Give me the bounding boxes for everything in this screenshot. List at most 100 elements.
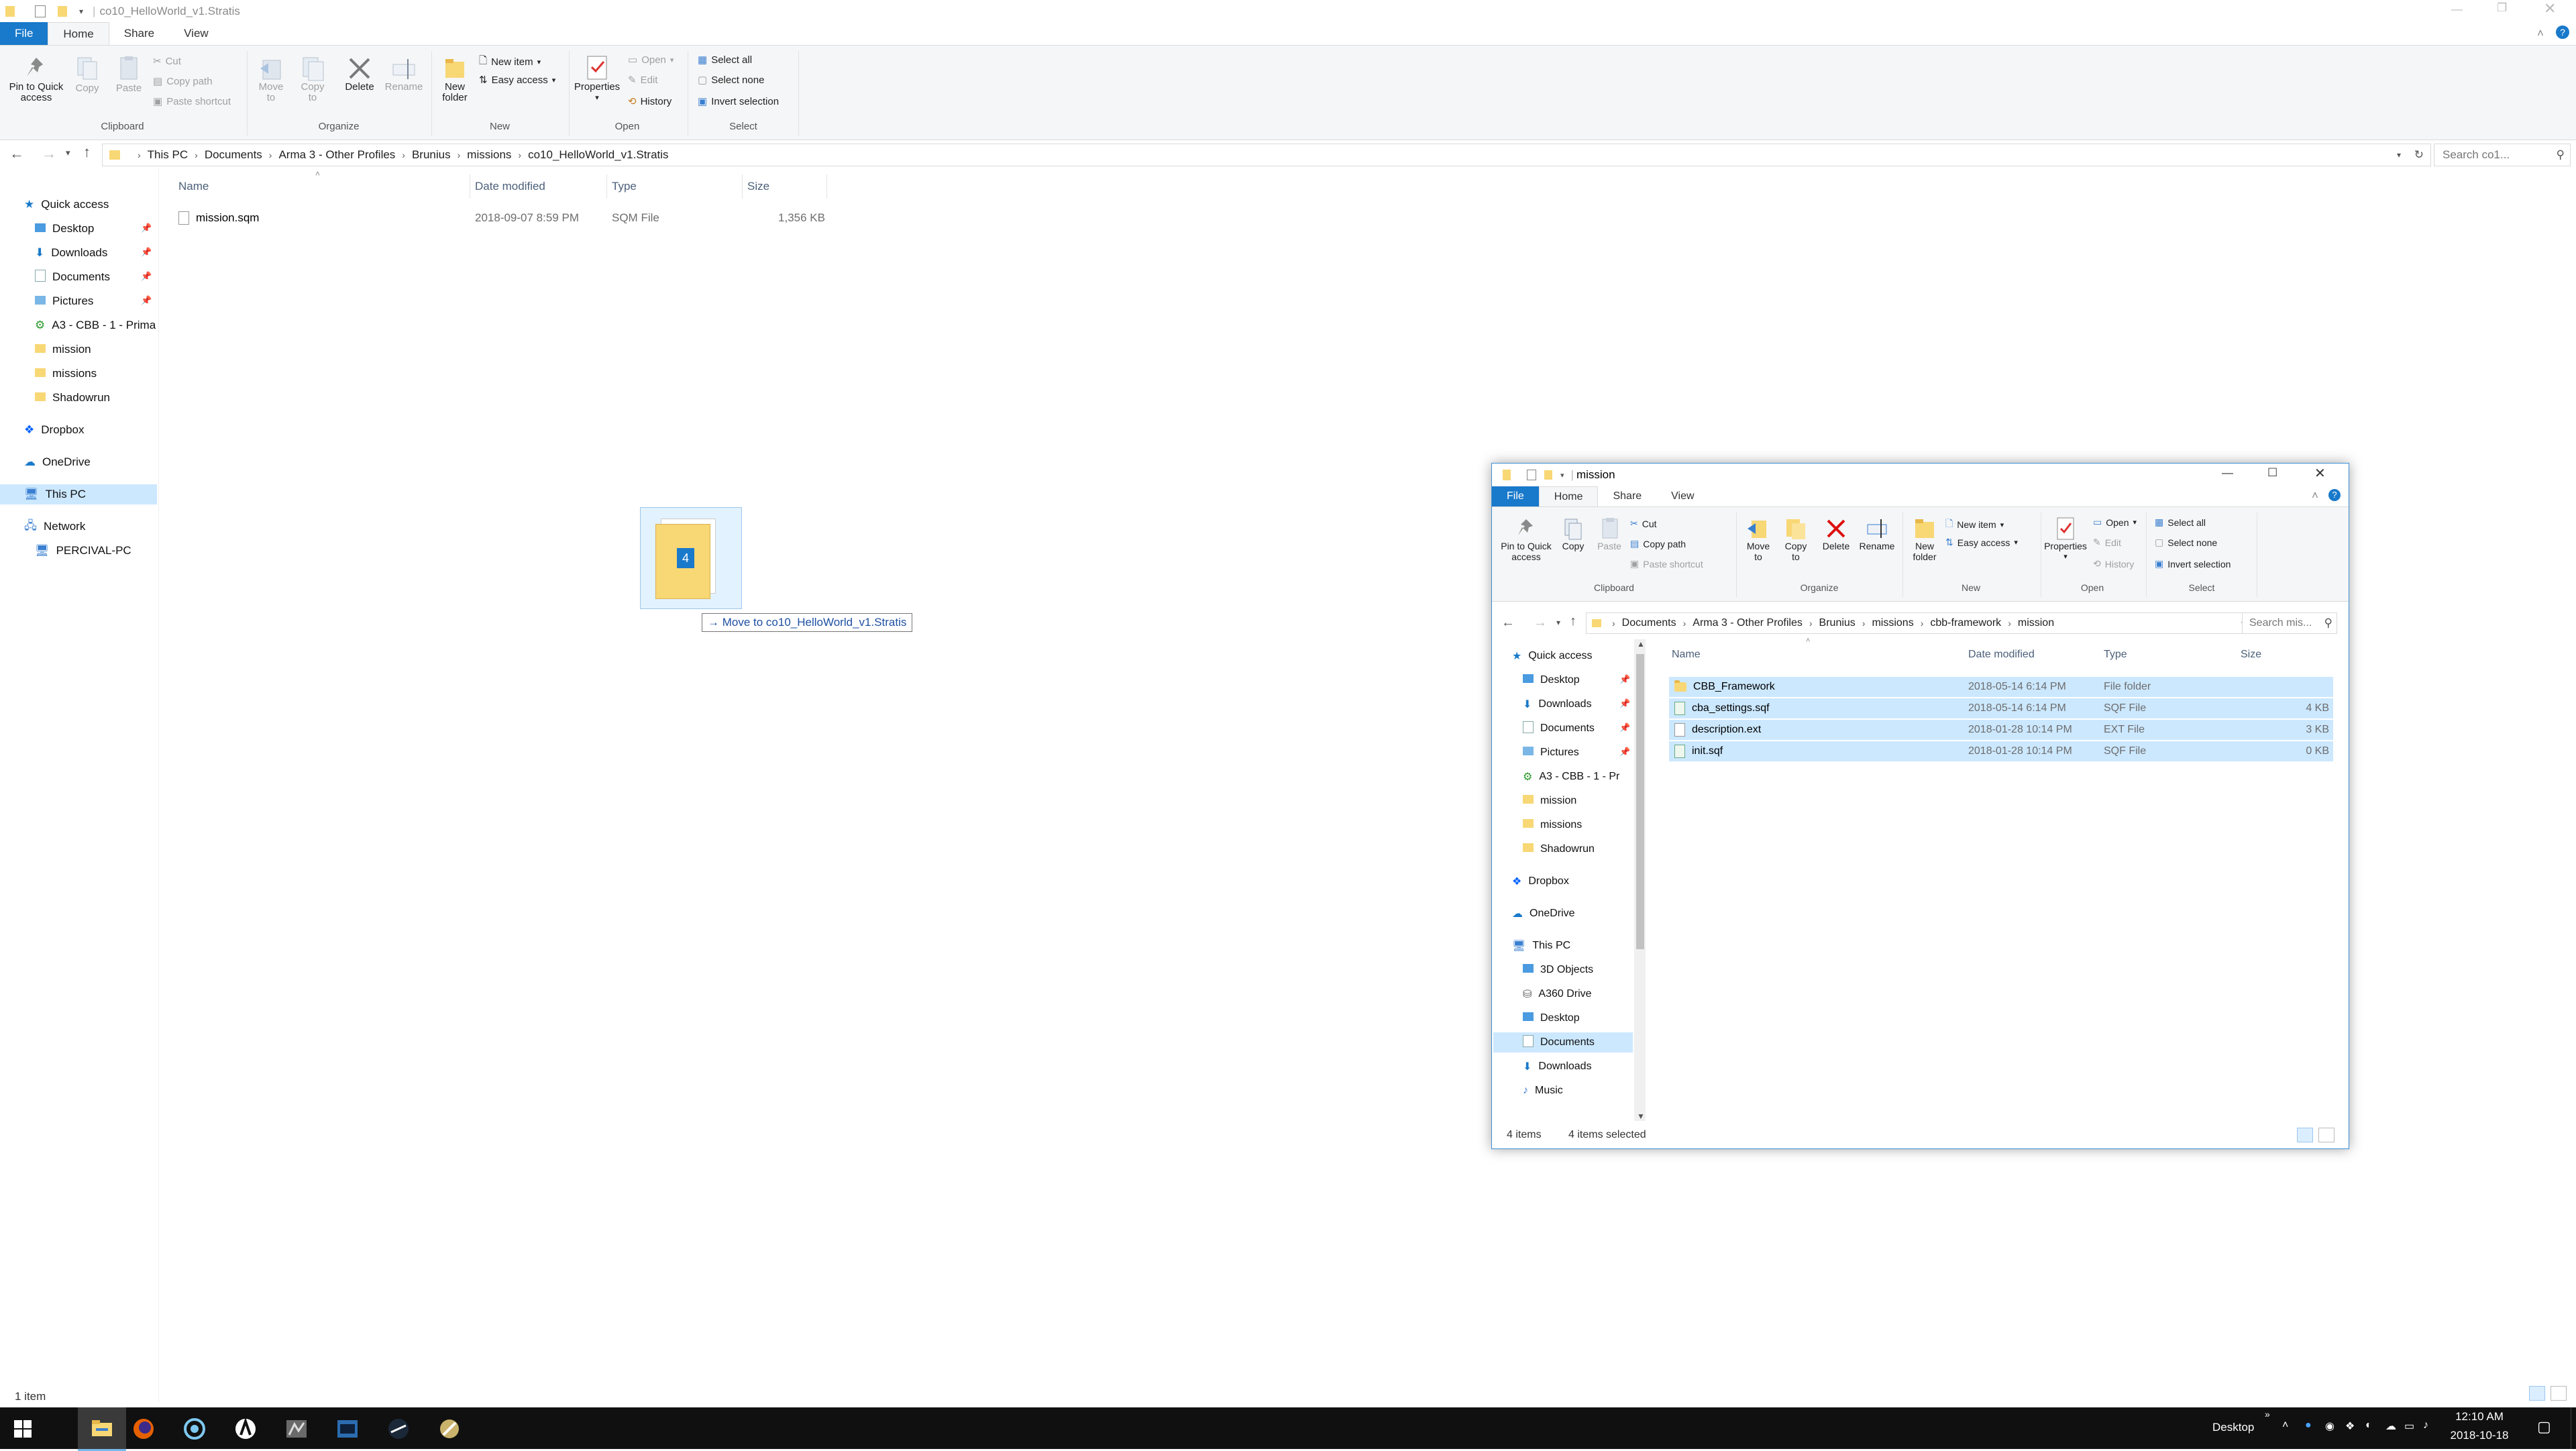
tab-view[interactable]: View	[1656, 486, 1709, 506]
close-button[interactable]: ✕	[2544, 0, 2556, 17]
address-bar[interactable]: › Documents › Arma 3 - Other Profiles › Bruni…	[1586, 612, 2265, 634]
breadcrumb-chevron-icon[interactable]: ›	[1809, 618, 1813, 629]
tab-file[interactable]: File	[0, 22, 48, 45]
column-type[interactable]: Type	[612, 180, 637, 193]
delete-button[interactable]: Delete	[341, 55, 378, 93]
nav-item-3d-objects[interactable]: 3D Objects	[1493, 960, 1633, 980]
nav-item-dropbox[interactable]: ❖ Dropbox	[1493, 871, 1633, 892]
pin-icon[interactable]: 📌	[141, 295, 152, 306]
nav-item-mission[interactable]: mission	[1493, 791, 1633, 811]
nav-item-documents[interactable]: Documents	[1493, 1032, 1633, 1053]
taskbar-app-5[interactable]	[282, 1414, 311, 1444]
breadcrumb-chevron-icon[interactable]: ›	[138, 150, 141, 160]
details-view-icon[interactable]	[2297, 1128, 2313, 1142]
history-button[interactable]: ⟲ History	[2093, 558, 2134, 570]
nav-item-pictures[interactable]: Pictures 📌	[1493, 743, 1633, 763]
properties-qat-icon[interactable]	[1527, 470, 1536, 480]
volume-icon[interactable]: ♪	[2423, 1419, 2428, 1432]
file-row[interactable]: cba_settings.sqf 2018-05-14 6:14 PM SQF Fi…	[1669, 698, 2333, 718]
breadcrumb-chevron-icon[interactable]: ›	[1862, 618, 1866, 629]
breadcrumb-chevron-icon[interactable]: ›	[518, 150, 521, 160]
properties-qat-icon[interactable]	[35, 5, 46, 17]
column-size[interactable]: Size	[747, 180, 769, 193]
minimize-button[interactable]: —	[2222, 466, 2233, 480]
help-icon[interactable]: ?	[2328, 489, 2341, 501]
breadcrumb-item[interactable]: mission	[2018, 617, 2054, 629]
refresh-icon[interactable]: ↻	[2414, 148, 2424, 162]
large-icons-view-icon[interactable]	[2551, 1386, 2567, 1401]
rename-button[interactable]: Rename	[1857, 517, 1897, 551]
cut-button[interactable]: ✂ Cut	[1630, 518, 1657, 529]
nav-item-a360-drive[interactable]: ⛁ A360 Drive	[1493, 984, 1633, 1004]
file-row[interactable]: CBB_Framework 2018-05-14 6:14 PM File fold…	[1669, 677, 2333, 697]
maximize-button[interactable]: ☐	[2267, 466, 2277, 480]
toolbar-chevron-icon[interactable]: »	[2265, 1409, 2270, 1419]
pin-icon[interactable]: 📌	[1619, 674, 1630, 685]
select-none-button[interactable]: ▢ Select none	[698, 74, 764, 87]
paste-shortcut-button[interactable]: ▣ Paste shortcut	[153, 95, 231, 108]
select-all-button[interactable]: ▦ Select all	[2155, 517, 2206, 528]
breadcrumb-item[interactable]: co10_HelloWorld_v1.Stratis	[528, 148, 668, 162]
tray-app-icon[interactable]: ●	[2305, 1419, 2312, 1432]
column-name[interactable]: Name	[178, 180, 209, 193]
easy-access-button[interactable]: ⇅ Easy access ▾	[1945, 537, 2018, 548]
pin-icon[interactable]: 📌	[1619, 747, 1630, 757]
ribbon-collapse-icon[interactable]: ˄	[2537, 27, 2544, 40]
network-icon[interactable]: ▭	[2404, 1419, 2414, 1433]
search-input[interactable]: Search co1... ⚲	[2434, 144, 2571, 166]
breadcrumb-item[interactable]: cbb-framework	[1930, 617, 2001, 629]
desktop-toolbar-label[interactable]: Desktop	[2212, 1421, 2254, 1434]
copy-path-button[interactable]: ▤ Copy path	[153, 75, 213, 88]
nav-item-this-pc[interactable]: 🖥 This PC	[1493, 936, 1633, 956]
copy-button[interactable]: Copy	[70, 55, 105, 94]
select-all-button[interactable]: ▦ Select all	[698, 54, 752, 66]
search-input[interactable]: Search mis... ⚲	[2242, 612, 2337, 634]
pin-to-quick-access-button[interactable]: Pin to Quick access	[5, 55, 67, 103]
column-divider[interactable]	[606, 174, 607, 199]
qat-dropdown-icon[interactable]: ▾	[1560, 471, 1564, 480]
breadcrumb-chevron-icon[interactable]: ›	[269, 150, 272, 160]
invert-selection-button[interactable]: ▣ Invert selection	[698, 95, 779, 108]
breadcrumb-item[interactable]: missions	[467, 148, 511, 162]
scroll-down-icon[interactable]: ▼	[1637, 1112, 1645, 1121]
nav-item-missions[interactable]: missions	[0, 364, 157, 384]
file-row[interactable]: init.sqf 2018-01-28 10:14 PM SQF File 0 KB	[1669, 741, 2333, 761]
column-size[interactable]: Size	[2241, 649, 2261, 661]
clock-time[interactable]: 12:10 AM	[2453, 1410, 2506, 1423]
taskbar-app-7[interactable]	[384, 1414, 413, 1444]
new-folder-button[interactable]: New folder	[436, 55, 474, 103]
paste-button[interactable]: Paste	[110, 55, 148, 94]
pin-icon[interactable]: 📌	[141, 247, 152, 258]
tab-share[interactable]: Share	[109, 22, 169, 45]
move-to-button[interactable]: Move to	[252, 55, 290, 103]
cut-button[interactable]: ✂ Cut	[153, 55, 181, 68]
open-button[interactable]: ▭ Open ▾	[628, 54, 674, 66]
pin-icon[interactable]: 📌	[1619, 722, 1630, 733]
rename-button[interactable]: Rename	[382, 55, 425, 93]
steam-tray-icon[interactable]: ◐	[2365, 1419, 2372, 1432]
new-item-button[interactable]: 🗋 New item ▾	[479, 54, 541, 70]
onedrive-tray-icon[interactable]: ☁	[2385, 1419, 2396, 1433]
breadcrumb-chevron-icon[interactable]: ›	[195, 150, 198, 160]
nav-item-shadowrun[interactable]: Shadowrun	[0, 388, 157, 408]
paste-button[interactable]: Paste	[1593, 517, 1626, 551]
open-button[interactable]: ▭ Open ▾	[2093, 517, 2137, 528]
taskbar-file-explorer[interactable]	[78, 1407, 126, 1451]
breadcrumb-item[interactable]: This PC	[148, 148, 188, 162]
tab-file[interactable]: File	[1492, 486, 1539, 506]
nav-item-documents[interactable]: Documents 📌	[0, 267, 157, 287]
nav-item-desktop[interactable]: Desktop	[1493, 1008, 1633, 1028]
nav-item-pictures[interactable]: Pictures 📌	[0, 291, 157, 311]
large-icons-view-icon[interactable]	[2318, 1128, 2334, 1142]
scroll-up-icon[interactable]: ▲	[1637, 639, 1645, 649]
recent-locations-chevron-icon[interactable]: ▾	[66, 148, 70, 158]
nav-item-shadowrun[interactable]: Shadowrun	[1493, 839, 1633, 859]
breadcrumb-item[interactable]: Arma 3 - Other Profiles	[278, 148, 395, 162]
minimize-button[interactable]: —	[2451, 3, 2463, 16]
tab-home[interactable]: Home	[48, 22, 109, 45]
copy-path-button[interactable]: ▤ Copy path	[1630, 538, 1686, 549]
column-date-modified[interactable]: Date modified	[475, 180, 545, 193]
close-button[interactable]: ✕	[2314, 465, 2326, 482]
help-icon[interactable]: ?	[2556, 25, 2569, 39]
nav-item-missions[interactable]: missions	[1493, 815, 1633, 835]
